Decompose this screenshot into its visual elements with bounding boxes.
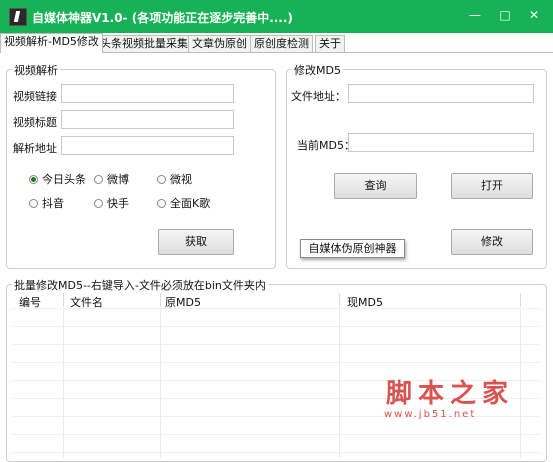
tooltip: 自媒体伪原创神器 xyxy=(300,239,405,258)
video-title-label: 视频标题 xyxy=(13,116,57,129)
grid-line xyxy=(12,326,540,327)
radio-label: 微博 xyxy=(107,173,129,186)
radio-label: 微视 xyxy=(170,173,192,186)
platform-radio-toutiao[interactable]: 今日头条 xyxy=(29,171,86,187)
watermark-url: www.jb51.net xyxy=(384,409,477,420)
md5-edit-legend: 修改MD5 xyxy=(292,62,343,78)
radio-icon xyxy=(157,175,166,184)
app-icon xyxy=(9,8,27,26)
tab-about[interactable]: 关于 xyxy=(315,35,345,52)
file-address-label: 文件地址： xyxy=(291,90,346,103)
modify-button[interactable]: 修改 xyxy=(451,229,533,255)
column-separator xyxy=(160,293,161,307)
parse-address-label: 解析地址 xyxy=(13,142,57,155)
tab-article-rewrite[interactable]: 文章伪原创 xyxy=(188,35,251,52)
grid-line xyxy=(12,344,540,345)
video-link-label: 视频链接 xyxy=(13,90,57,103)
grid-line xyxy=(160,308,161,458)
column-separator xyxy=(339,293,340,307)
radio-selected-icon xyxy=(29,175,38,184)
grid-line xyxy=(12,362,540,363)
radio-label: 今日头条 xyxy=(42,173,86,186)
grid-line xyxy=(12,434,540,435)
column-separator xyxy=(63,293,64,307)
file-address-input[interactable] xyxy=(348,84,534,103)
minimize-button[interactable]: — xyxy=(466,7,484,23)
radio-icon xyxy=(29,199,38,208)
column-separator xyxy=(520,293,521,307)
platform-radio-weishi[interactable]: 微视 xyxy=(157,171,192,187)
video-link-input[interactable] xyxy=(61,84,234,103)
grid-line xyxy=(63,308,64,458)
video-title-input[interactable] xyxy=(61,110,234,129)
radio-icon xyxy=(157,199,166,208)
tab-originality-check[interactable]: 原创度检测 xyxy=(250,35,313,52)
radio-label: 全面K歌 xyxy=(170,197,211,210)
platform-radio-weibo[interactable]: 微博 xyxy=(94,171,129,187)
query-button[interactable]: 查询 xyxy=(334,173,417,199)
grid-line xyxy=(12,308,540,309)
close-button[interactable]: ✕ xyxy=(525,7,543,23)
radio-label: 快手 xyxy=(107,197,129,210)
maximize-button[interactable]: □ xyxy=(496,7,514,23)
fetch-button[interactable]: 获取 xyxy=(158,229,234,255)
video-parse-legend: 视频解析 xyxy=(12,62,60,78)
grid-line xyxy=(520,308,521,458)
platform-radio-quanmin-kge[interactable]: 全面K歌 xyxy=(157,195,210,211)
window-title: 自媒体神器V1.0- (各项功能正在逐步完善中....) xyxy=(32,11,293,25)
parse-address-input[interactable] xyxy=(61,136,234,155)
tab-video-parse-md5[interactable]: 视频解析-MD5修改 xyxy=(0,33,103,53)
radio-label: 抖音 xyxy=(42,197,64,210)
grid-line xyxy=(339,308,340,458)
platform-radio-douyin[interactable]: 抖音 xyxy=(29,195,64,211)
open-button[interactable]: 打开 xyxy=(451,173,533,199)
tab-toutiao-batch-collect[interactable]: 头条视频批量采集 xyxy=(96,35,192,52)
batch-md5-legend: 批量修改MD5--右键导入-文件必须放在bin文件夹内 xyxy=(12,277,268,293)
grid-line xyxy=(12,452,540,453)
radio-icon xyxy=(94,199,103,208)
current-md5-input[interactable] xyxy=(348,133,534,152)
watermark-title: 脚本之家 xyxy=(386,379,515,409)
platform-radio-kuaishou[interactable]: 快手 xyxy=(94,195,129,211)
radio-icon xyxy=(94,175,103,184)
current-md5-label: 当前MD5： xyxy=(297,139,355,152)
